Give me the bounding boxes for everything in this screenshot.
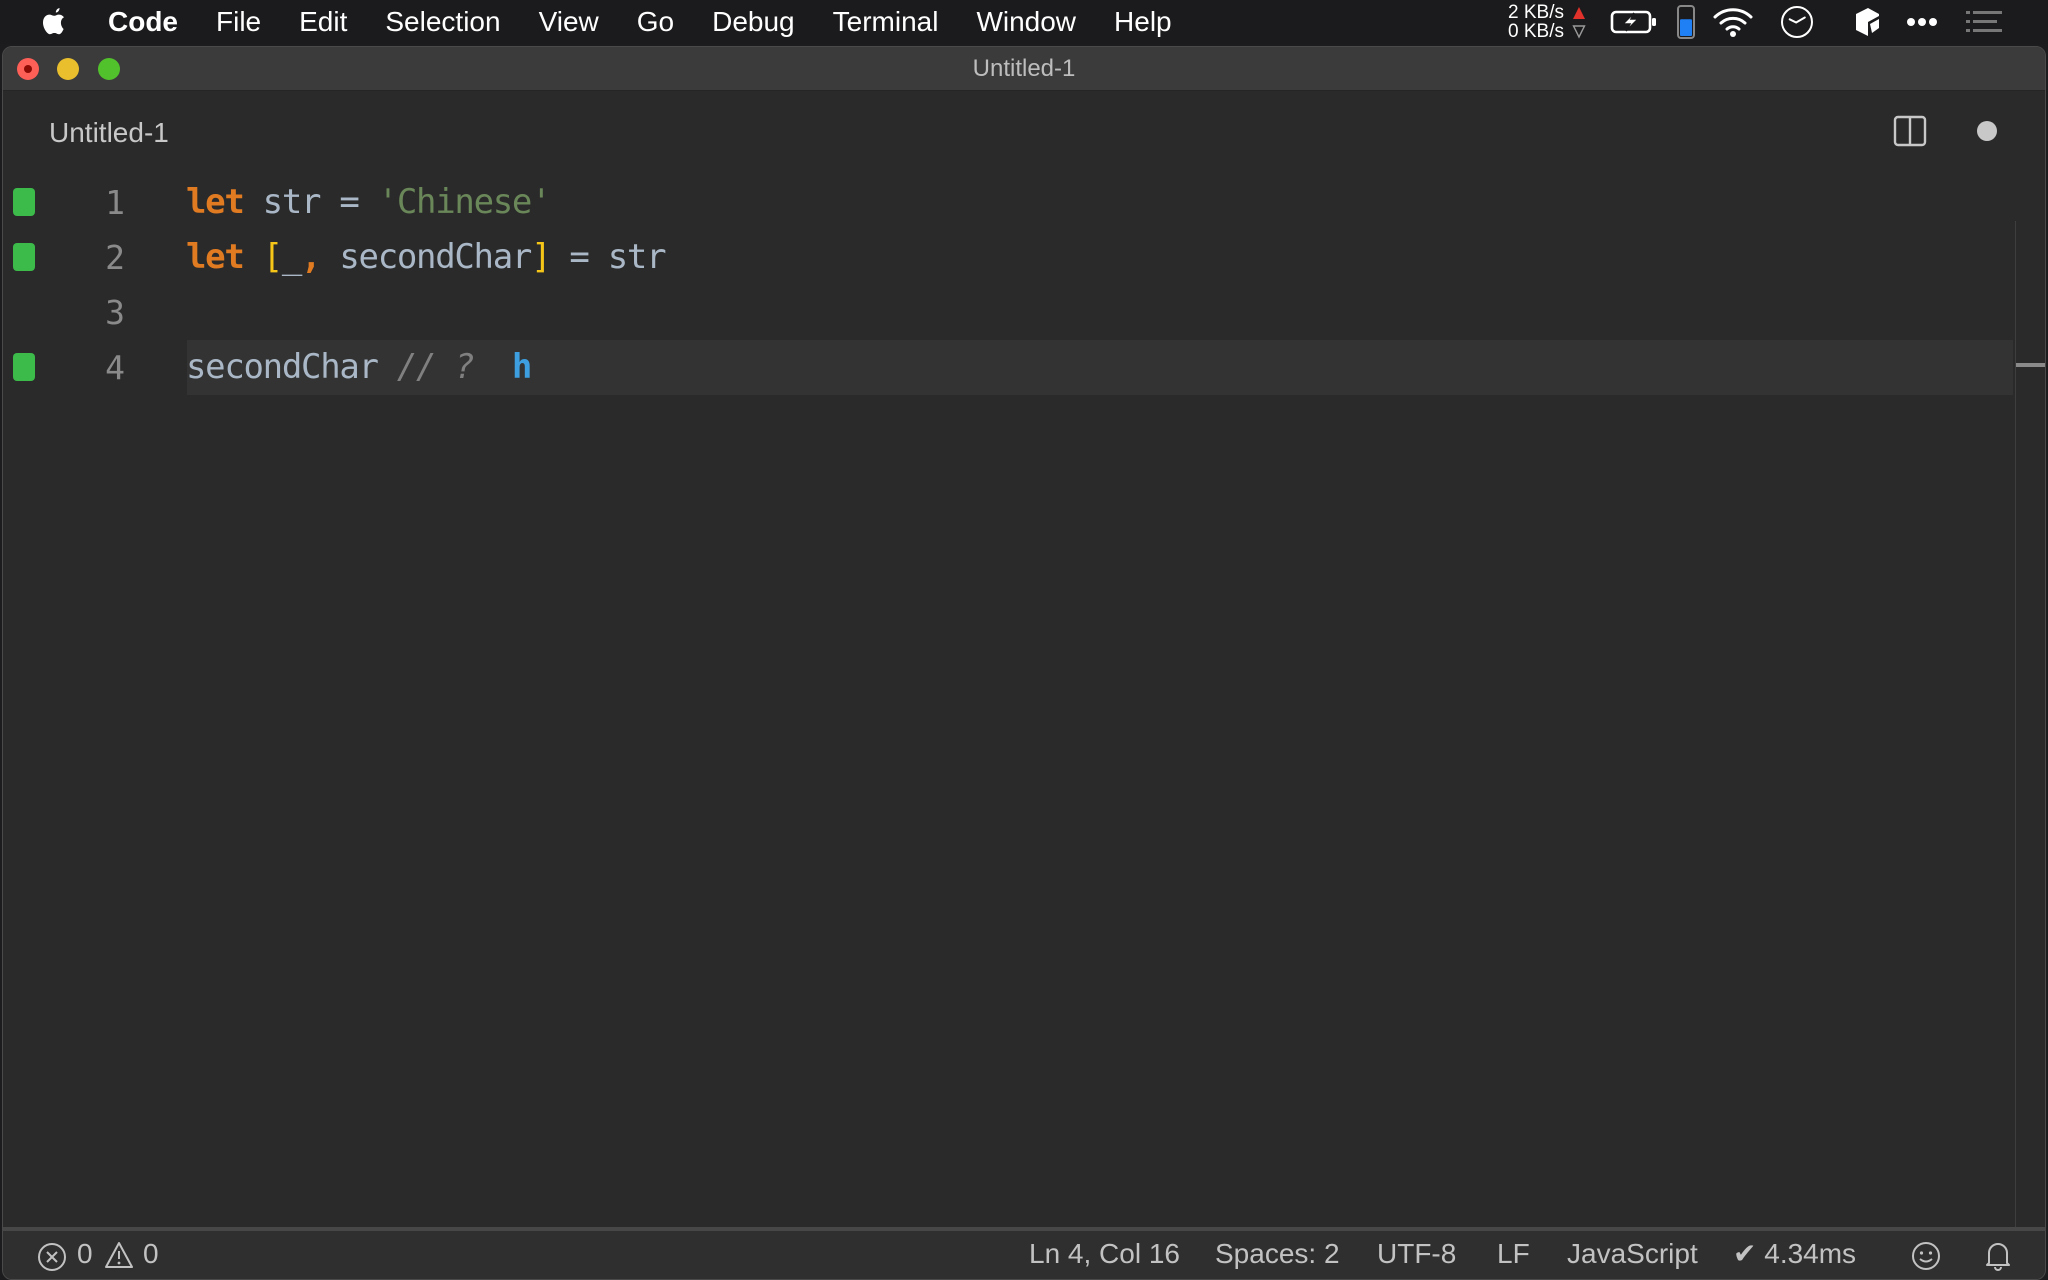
wifi-icon[interactable] — [1712, 6, 1754, 38]
line-number: 2 — [105, 238, 125, 277]
editor-tab-bar: Untitled-1 — [3, 91, 2045, 175]
code-token: let — [186, 182, 245, 222]
code-text: let str = 'Chinese' — [186, 175, 552, 230]
overview-ruler[interactable] — [2015, 221, 2045, 1231]
code-token: = — [339, 182, 359, 222]
code-editor[interactable]: 1 let str = 'Chinese' 2 let [_, secondChar]… — [3, 175, 2045, 1231]
window-title: Untitled-1 — [972, 55, 1076, 82]
code-text: secondChar // ? h — [186, 340, 532, 395]
cube-app-icon[interactable] — [1852, 6, 1882, 38]
title-bar: Untitled-1 — [3, 47, 2045, 91]
menu-file[interactable]: File — [216, 0, 261, 44]
line-ending-setting[interactable]: LF — [1497, 1231, 1530, 1277]
coverage-marker-icon — [13, 353, 35, 381]
menu-window[interactable]: Window — [976, 0, 1076, 44]
language-mode[interactable]: JavaScript — [1567, 1231, 1698, 1277]
battery-level-icon[interactable] — [1676, 4, 1696, 40]
feedback-smiley-icon[interactable] — [1911, 1241, 1941, 1271]
code-token: secondChar — [186, 347, 397, 387]
menu-debug[interactable]: Debug — [712, 0, 795, 44]
split-editor-icon[interactable] — [1893, 115, 1927, 147]
menu-help[interactable]: Help — [1114, 0, 1172, 44]
scrollbar-cursor-mark — [2016, 363, 2045, 367]
menu-code[interactable]: Code — [108, 0, 178, 44]
menu-edit[interactable]: Edit — [299, 0, 347, 44]
menu-view[interactable]: View — [539, 0, 599, 44]
line-number: 1 — [105, 183, 125, 222]
code-token: ] — [531, 237, 551, 277]
code-token: str — [243, 182, 340, 222]
coverage-marker-icon — [13, 188, 35, 216]
code-text: let [_, secondChar] = str — [186, 230, 667, 285]
notification-center-icon[interactable] — [1966, 10, 2002, 34]
code-token: , — [301, 237, 321, 277]
code-token: // ? — [396, 347, 475, 387]
apple-logo-icon[interactable] — [40, 6, 68, 38]
code-token: = str — [550, 237, 666, 277]
unsaved-changes-dot-icon[interactable] — [1977, 121, 1997, 141]
error-count[interactable]: 0 — [77, 1231, 93, 1277]
warning-count[interactable]: 0 — [143, 1231, 159, 1277]
line-number: 4 — [105, 348, 125, 387]
code-line[interactable]: 1 let str = 'Chinese' — [3, 175, 2013, 230]
download-speed: 0 KB/s — [1508, 21, 1564, 42]
code-token: _ — [281, 237, 302, 277]
battery-charging-icon[interactable] — [1610, 9, 1658, 35]
errors-icon[interactable] — [37, 1242, 67, 1272]
cursor-position[interactable]: Ln 4, Col 16 — [1029, 1231, 1180, 1277]
code-line[interactable]: 2 let [_, secondChar] = str — [3, 230, 2013, 285]
menu-go[interactable]: Go — [637, 0, 674, 44]
menu-terminal[interactable]: Terminal — [833, 0, 939, 44]
network-arrows-icon — [1572, 7, 1586, 39]
notifications-bell-icon[interactable] — [1985, 1239, 2011, 1271]
code-token: let — [186, 237, 245, 277]
tab-untitled-1[interactable]: Untitled-1 — [49, 117, 169, 149]
macos-menu-bar: Code File Edit Selection View Go Debug Terminal… — [0, 0, 2048, 44]
coverage-marker-icon — [13, 243, 35, 271]
quokka-timing[interactable]: ✔ 4.34ms — [1733, 1231, 1856, 1277]
warnings-icon[interactable] — [104, 1241, 134, 1269]
code-line[interactable]: 3 — [3, 285, 2013, 340]
more-icon[interactable] — [1906, 16, 1938, 28]
menu-selection[interactable]: Selection — [385, 0, 500, 44]
network-speed[interactable]: 2 KB/s 0 KB/s — [1508, 3, 1564, 41]
code-token: h — [511, 347, 532, 387]
vscode-window: Untitled-1 Untitled-1 1 let str = 'Chines… — [2, 46, 2046, 1280]
status-bar: 0 0 Ln 4, Col 16 Spaces: 2 UTF-8 LF Java… — [3, 1227, 2045, 1279]
code-token: secondChar — [320, 237, 532, 277]
upload-speed: 2 KB/s — [1508, 2, 1564, 23]
clock-icon[interactable] — [1780, 5, 1814, 39]
encoding-setting[interactable]: UTF-8 — [1377, 1231, 1456, 1277]
code-token: 'Chinese' — [377, 182, 552, 222]
line-number: 3 — [105, 293, 125, 332]
code-line[interactable]: 4 secondChar // ? h — [3, 340, 2013, 395]
code-token: [ — [262, 237, 283, 277]
indentation-setting[interactable]: Spaces: 2 — [1215, 1231, 1340, 1277]
